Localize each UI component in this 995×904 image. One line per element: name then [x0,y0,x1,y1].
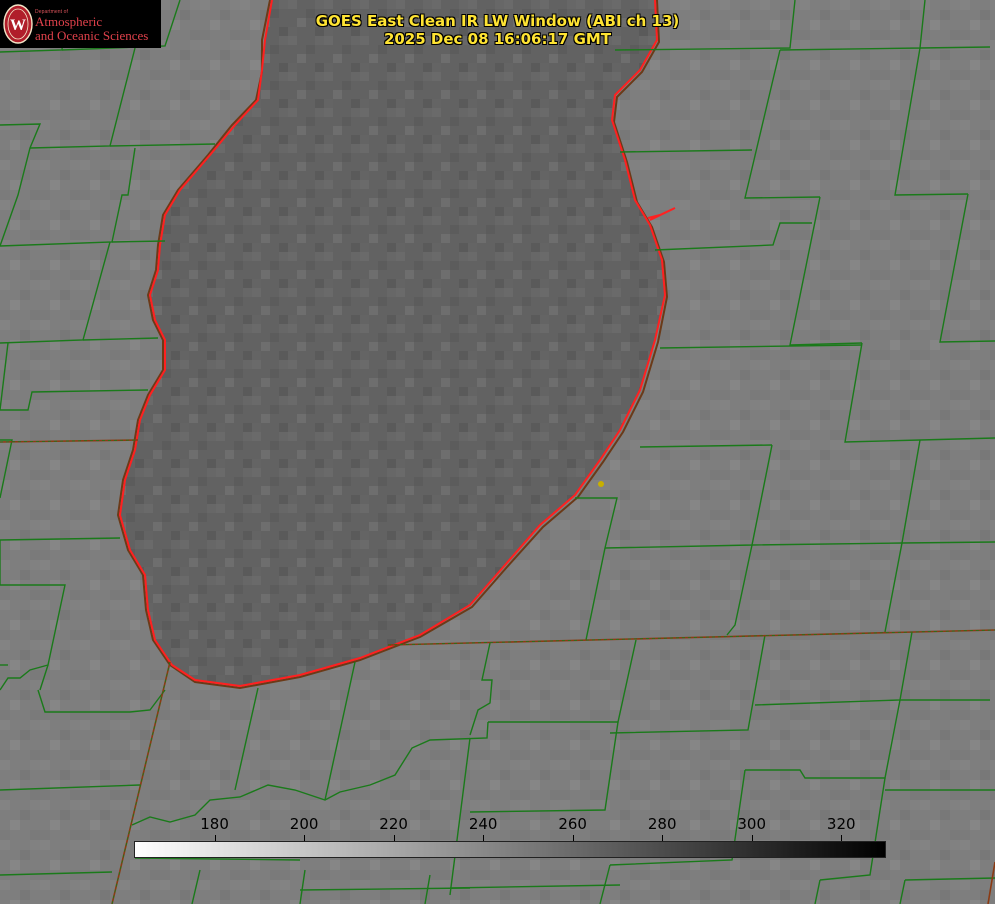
location-marker [598,481,604,487]
timestamp-title: 2025 Dec 08 16:06:17 GMT [383,30,612,48]
satellite-map: W Department of Atmospheric and Oceanic … [0,0,995,904]
ir-imagery [0,0,995,904]
product-title: GOES East Clean IR LW Window (ABI ch 13) [315,12,680,30]
colorbar [134,841,886,858]
